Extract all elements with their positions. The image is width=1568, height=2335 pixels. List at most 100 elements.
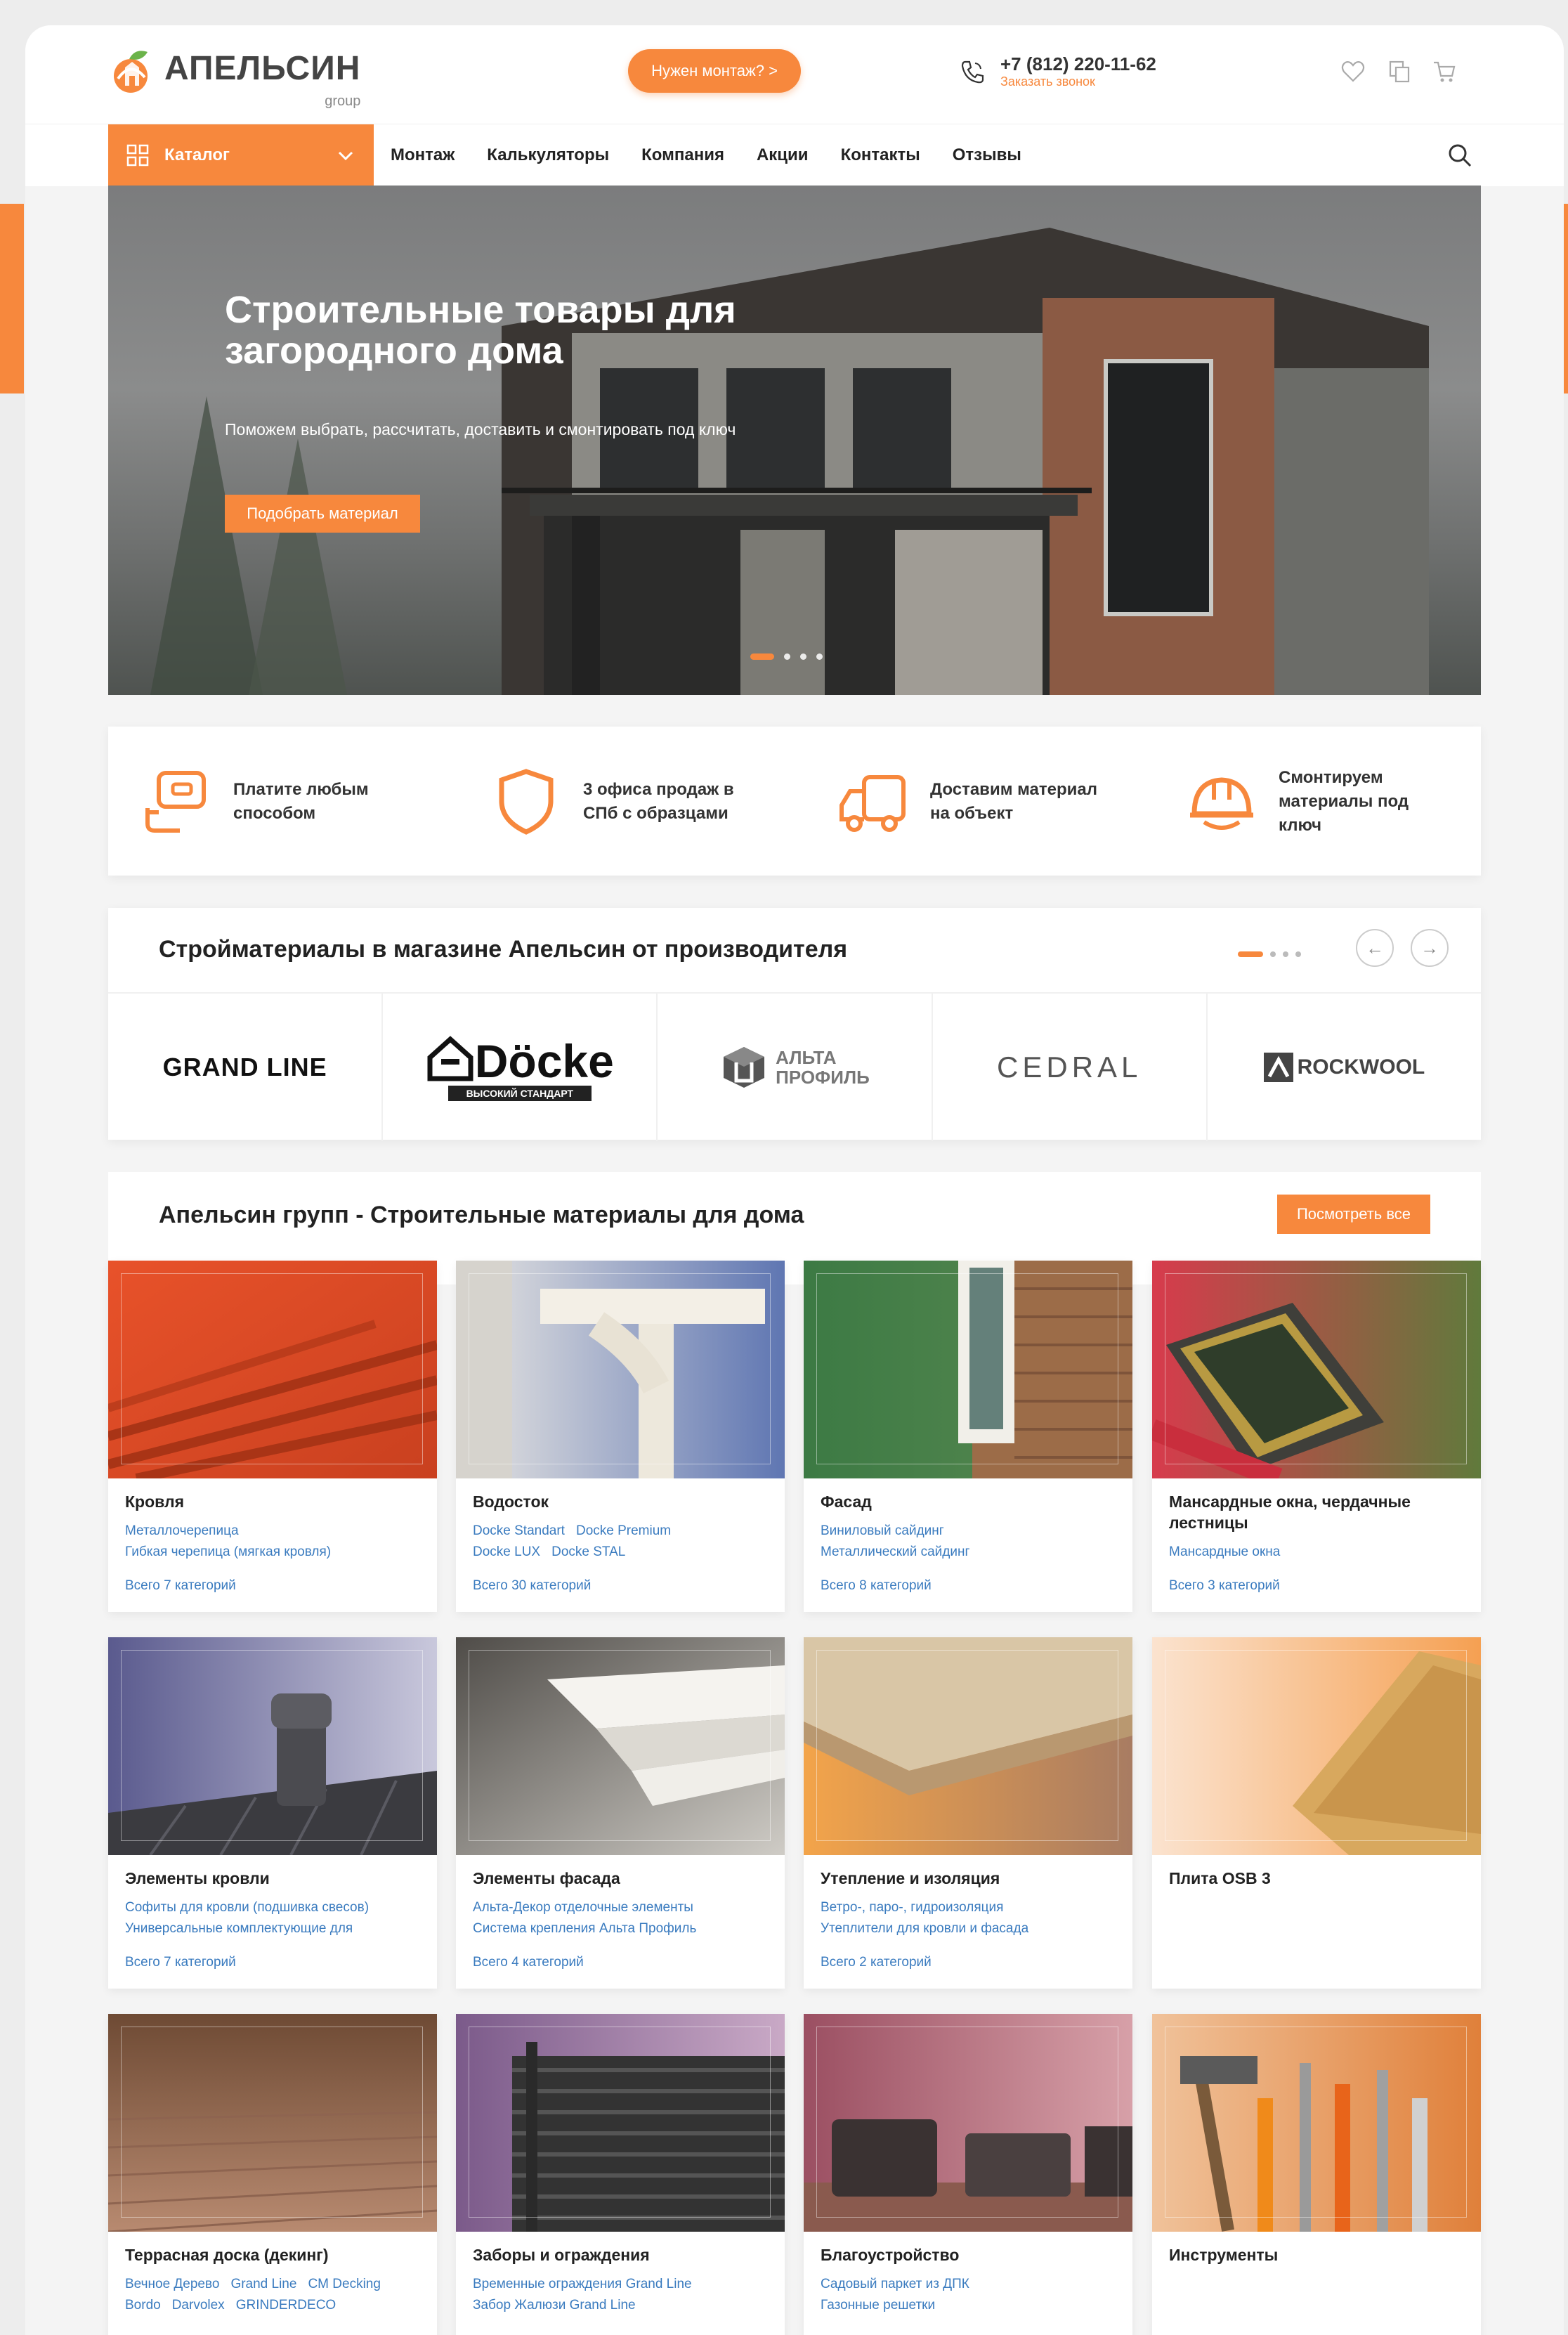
nav-link-reviews[interactable]: Отзывы [953, 145, 1021, 165]
subcategory-link[interactable]: Забор Жалюзи Grand Line [473, 2298, 636, 2313]
subcategory-link[interactable]: Софиты для кровли (подшивка свесов) [125, 1900, 369, 1915]
catalog-button[interactable]: Каталог [108, 124, 374, 186]
subcategory-link[interactable]: Bordo [125, 2298, 161, 2313]
subcategory-link[interactable]: Ветро-, паро-, гидроизоляция [821, 1900, 1003, 1915]
catalog-label: Каталог [164, 145, 230, 164]
category-card-osb[interactable]: Плита OSB 3 [1152, 1637, 1481, 1989]
hero-slider-dots[interactable] [750, 653, 832, 660]
arrow-left-icon[interactable]: ← [1356, 929, 1394, 967]
subcategory-link[interactable]: Docke Premium [576, 1523, 671, 1538]
nav-link-calculators[interactable]: Калькуляторы [487, 145, 609, 165]
arrow-right-icon[interactable]: → [1411, 929, 1449, 967]
brand-docke[interactable]: Döcke ВЫСОКИЙ СТАНДАРТ [383, 994, 658, 1141]
compare-icon[interactable] [1387, 59, 1412, 84]
site-header: АПЕЛЬСИН group Нужен монтаж? > +7 (812) … [25, 25, 1564, 124]
subcategory-list: Софиты для кровли (подшивка свесов) [125, 1897, 427, 1918]
helmet-icon [1190, 777, 1253, 830]
brand-rockwool[interactable]: ROCKWOOL [1208, 994, 1481, 1141]
brands-slider-dots[interactable] [1238, 951, 1308, 957]
category-card-insulation[interactable]: Утепление и изоляция Ветро-, паро-, гидр… [804, 1637, 1132, 1989]
slider-dot-active[interactable] [750, 653, 774, 660]
category-title[interactable]: Благоустройство [821, 2244, 1116, 2265]
category-title[interactable]: Фасад [821, 1491, 1116, 1512]
subcategory-link[interactable]: Система крепления Альта Профиль [473, 1921, 696, 1936]
category-total[interactable]: Всего 30 категорий [473, 1578, 591, 1594]
subcategory-link[interactable]: CM Decking [308, 2277, 380, 2291]
category-title[interactable]: Плита OSB 3 [1169, 1868, 1464, 1889]
category-total[interactable]: Всего 4 категорий [473, 1955, 584, 1970]
category-title[interactable]: Элементы фасада [473, 1868, 768, 1889]
brand-cedral[interactable]: CEDRAL [933, 994, 1208, 1141]
category-card-fences[interactable]: Заборы и ограждения Временные ограждения… [456, 2014, 785, 2335]
slider-dot[interactable] [1295, 951, 1301, 957]
slider-dot[interactable] [1283, 951, 1288, 957]
brand-cedral-logo: CEDRAL [997, 1051, 1142, 1084]
subcategory-link[interactable]: Альта-Декор отделочные элементы [473, 1900, 693, 1915]
subcategory-link[interactable]: Docke LUX [473, 1544, 540, 1559]
subcategory-link[interactable]: Grand Line [230, 2277, 296, 2291]
subcategory-link[interactable]: Садовый паркет из ДПК [821, 2277, 969, 2291]
montage-button[interactable]: Нужен монтаж? > [628, 49, 801, 93]
subcategory-link[interactable]: Утеплители для кровли и фасада [821, 1921, 1028, 1936]
category-title[interactable]: Террасная доска (декинг) [125, 2244, 420, 2265]
slider-dot-active[interactable] [1238, 951, 1263, 957]
category-card-tools[interactable]: Инструменты [1152, 2014, 1481, 2335]
subcategory-link[interactable]: Docke Standart [473, 1523, 565, 1538]
subcategory-list: Металлический сайдинг [821, 1542, 1123, 1563]
category-card-landscaping[interactable]: Благоустройство Садовый паркет из ДПК Га… [804, 2014, 1132, 2335]
category-image [108, 1261, 437, 1478]
category-total[interactable]: Всего 2 категорий [821, 1955, 932, 1970]
feature-delivery-text: Доставим материал на объект [930, 780, 1098, 823]
category-card-facade-elements[interactable]: Элементы фасада Альта-Декор отделочные э… [456, 1637, 785, 1989]
logo[interactable]: АПЕЛЬСИН group [108, 46, 360, 109]
slider-dot[interactable] [800, 653, 806, 660]
subcategory-link[interactable]: Вечное Дерево [125, 2277, 219, 2291]
subcategory-link[interactable]: Газонные решетки [821, 2298, 935, 2313]
category-card-roof-windows[interactable]: Мансардные окна, чердачные лестницы Манс… [1152, 1261, 1481, 1612]
pick-material-button[interactable]: Подобрать материал [225, 495, 420, 533]
subcategory-link[interactable]: Docke STAL [551, 1544, 625, 1559]
subcategory-link[interactable]: Временные ограждения Grand Line [473, 2277, 692, 2291]
nav-link-promotions[interactable]: Акции [757, 145, 809, 165]
category-total[interactable]: Всего 3 категорий [1169, 1578, 1280, 1594]
brand-grandline[interactable]: GRAND LINE [108, 994, 384, 1141]
category-title[interactable]: Мансардные окна, чердачные лестницы [1169, 1491, 1464, 1533]
category-title[interactable]: Кровля [125, 1491, 420, 1512]
heart-icon[interactable] [1340, 59, 1366, 84]
nav-link-company[interactable]: Компания [641, 145, 724, 165]
category-card-drainage[interactable]: Водосток Docke Standart Docke Premium Doc… [456, 1261, 785, 1612]
slider-dot[interactable] [816, 653, 823, 660]
search-icon[interactable] [1446, 141, 1474, 169]
nav-link-contacts[interactable]: Контакты [841, 145, 920, 165]
cart-icon[interactable] [1432, 59, 1457, 84]
brand-alta-profil[interactable]: АЛЬТА ПРОФИЛЬ [658, 994, 933, 1141]
category-title[interactable]: Заборы и ограждения [473, 2244, 768, 2265]
subcategory-link[interactable]: Металлический сайдинг [821, 1544, 969, 1559]
slider-dot[interactable] [784, 653, 790, 660]
subcategory-link[interactable]: Металлочерепица [125, 1523, 239, 1538]
category-total[interactable]: Всего 7 категорий [125, 1955, 236, 1970]
slider-dot[interactable] [1270, 951, 1276, 957]
callback-link[interactable]: Заказать звонок [1000, 74, 1095, 89]
category-image [456, 1261, 785, 1478]
subcategory-list: Утеплители для кровли и фасада [821, 1918, 1123, 1939]
category-total[interactable]: Всего 7 категорий [125, 1578, 236, 1594]
view-all-button[interactable]: Посмотреть все [1277, 1195, 1430, 1234]
subcategory-link[interactable]: Мансардные окна [1169, 1544, 1280, 1559]
category-title[interactable]: Элементы кровли [125, 1868, 420, 1889]
category-card-facade[interactable]: Фасад Виниловый сайдинг Металлический са… [804, 1261, 1132, 1612]
nav-link-montage[interactable]: Монтаж [391, 145, 455, 165]
subcategory-link[interactable]: Гибкая черепица (мягкая кровля) [125, 1544, 331, 1559]
category-card-roofing[interactable]: Кровля Металлочерепица Гибкая черепица (… [108, 1261, 437, 1612]
phone-number[interactable]: +7 (812) 220-11-62 [1000, 53, 1156, 75]
category-card-roof-elements[interactable]: Элементы кровли Софиты для кровли (подши… [108, 1637, 437, 1989]
subcategory-link[interactable]: Виниловый сайдинг [821, 1523, 944, 1538]
category-title[interactable]: Инструменты [1169, 2244, 1464, 2265]
category-card-decking[interactable]: Террасная доска (декинг) Вечное Дерево Gr… [108, 2014, 437, 2335]
category-title[interactable]: Водосток [473, 1491, 768, 1512]
category-title[interactable]: Утепление и изоляция [821, 1868, 1116, 1889]
subcategory-link[interactable]: GRINDERDECO [236, 2298, 337, 2313]
subcategory-link[interactable]: Универсальные комплектующие для [125, 1921, 353, 1936]
category-total[interactable]: Всего 8 категорий [821, 1578, 932, 1594]
subcategory-link[interactable]: Darvolex [172, 2298, 225, 2313]
